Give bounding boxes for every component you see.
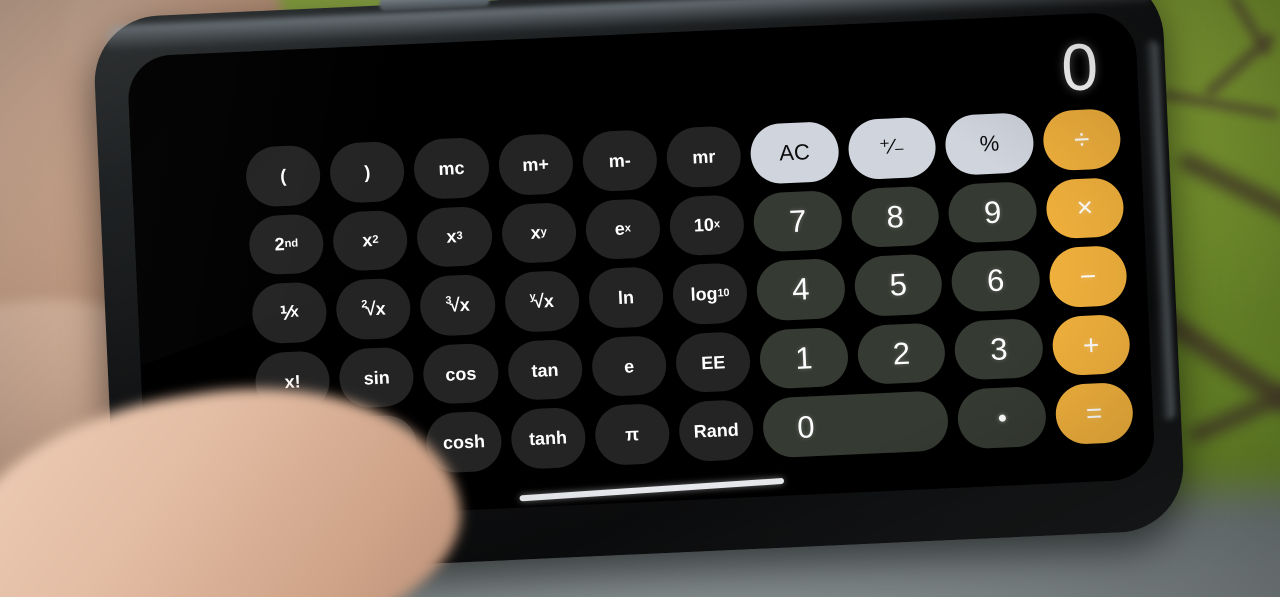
key-reciprocal[interactable]: ⅟x — [251, 281, 328, 345]
key-digit-1[interactable]: 1 — [758, 326, 850, 390]
key-ten-to-the-x[interactable]: 10 x — [668, 193, 746, 257]
key-digit-7[interactable]: 7 — [752, 189, 843, 253]
key-percent[interactable]: % — [944, 112, 1035, 176]
key-natural-log[interactable]: ln — [587, 266, 665, 330]
key-memory-recall[interactable]: mr — [665, 125, 743, 189]
calculator-display: 0 — [1060, 27, 1101, 107]
key-pi[interactable]: π — [593, 403, 671, 467]
key-all-clear[interactable]: AC — [749, 120, 840, 185]
key-cosine[interactable]: cos — [422, 342, 500, 406]
key-memory-clear[interactable]: mc — [413, 136, 490, 200]
key-close-paren[interactable]: ) — [328, 140, 406, 204]
key-digit-9[interactable]: 9 — [947, 180, 1038, 245]
key-decimal-point[interactable] — [956, 386, 1048, 450]
key-exponent-entry[interactable]: EE — [674, 330, 752, 394]
key-open-paren[interactable]: ( — [244, 144, 322, 208]
key-digit-8[interactable]: 8 — [850, 184, 941, 249]
key-digit-2[interactable]: 2 — [856, 322, 947, 386]
key-x-to-the-y[interactable]: xy — [500, 201, 578, 265]
key-multiply[interactable]: × — [1044, 176, 1125, 240]
key-divide[interactable]: ÷ — [1041, 108, 1122, 172]
key-memory-add[interactable]: m+ — [497, 132, 575, 196]
key-y-root[interactable]: y √ x — [503, 269, 581, 333]
key-digit-0[interactable]: 0 — [761, 390, 950, 459]
key-equals[interactable]: = — [1054, 382, 1135, 446]
key-hyperbolic-tangent[interactable]: tanh — [509, 407, 587, 470]
key-x-squared[interactable]: x2 — [332, 209, 409, 272]
key-digit-3[interactable]: 3 — [953, 317, 1044, 382]
key-sign-toggle[interactable]: ⁺⁄₋ — [846, 116, 938, 180]
key-subtract[interactable]: − — [1048, 245, 1128, 309]
key-random[interactable]: Rand — [677, 399, 755, 463]
key-second-function[interactable]: 2nd — [247, 212, 325, 276]
key-digit-6[interactable]: 6 — [950, 249, 1041, 313]
key-add[interactable]: + — [1051, 313, 1131, 377]
key-log-base-10[interactable]: log 10 — [671, 262, 749, 326]
key-tangent[interactable]: tan — [506, 338, 584, 402]
key-sine[interactable]: sin — [338, 346, 416, 410]
key-digit-5[interactable]: 5 — [853, 253, 944, 318]
key-memory-subtract[interactable]: m- — [581, 129, 659, 193]
key-digit-4[interactable]: 4 — [755, 257, 846, 322]
key-e-to-the-x[interactable]: ex — [584, 197, 662, 261]
key-eulers-number[interactable]: e — [590, 334, 668, 398]
key-x-cubed[interactable]: x3 — [416, 205, 494, 269]
display-value: 0 — [1059, 28, 1101, 105]
key-square-root[interactable]: 2 √ x — [335, 277, 413, 341]
key-cube-root[interactable]: 3 √ x — [419, 273, 497, 337]
